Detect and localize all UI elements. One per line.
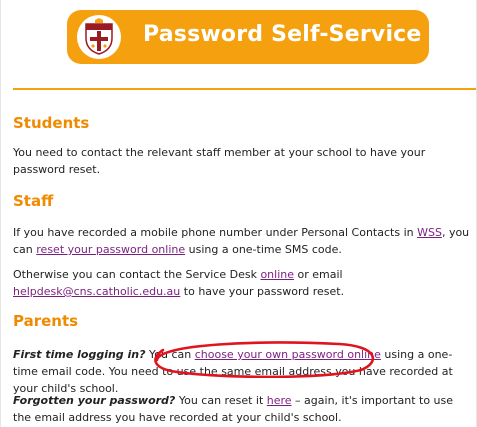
service-desk-online-link[interactable]: online — [260, 268, 294, 281]
header-divider — [13, 88, 476, 90]
parents-heading: Parents — [13, 312, 79, 330]
staff-paragraph-1: If you have recorded a mobile phone numb… — [13, 224, 473, 258]
forgotten-password-label: Forgotten your password? — [13, 394, 176, 407]
staff-paragraph-2: Otherwise you can contact the Service De… — [13, 266, 473, 300]
staff-heading: Staff — [13, 192, 54, 210]
parents-paragraph-1: First time logging in? You can choose yo… — [13, 346, 473, 397]
staff-text: If you have recorded a mobile phone numb… — [13, 226, 418, 239]
school-crest-icon — [77, 15, 121, 59]
helpdesk-email-link[interactable]: helpdesk@cns.catholic.edu.au — [13, 285, 180, 298]
reset-here-link[interactable]: here — [267, 394, 292, 407]
parents-text: You can — [145, 348, 195, 361]
choose-password-online-link[interactable]: choose your own password online — [195, 348, 381, 361]
students-text: You need to contact the relevant staff m… — [13, 146, 426, 176]
staff-text: using a one-time SMS code. — [185, 243, 342, 256]
reset-password-online-link[interactable]: reset your password online — [36, 243, 185, 256]
parents-text: You can reset it — [175, 394, 267, 407]
header-banner: Password Self-Service — [67, 10, 429, 64]
parents-paragraph-2: Forgotten your password? You can reset i… — [13, 392, 473, 426]
page-title: Password Self-Service — [143, 22, 422, 47]
staff-text: or email — [294, 268, 343, 281]
first-time-label: First time logging in? — [13, 348, 146, 361]
wss-link[interactable]: WSS — [417, 226, 442, 239]
staff-text: Otherwise you can contact the Service De… — [13, 268, 261, 281]
students-heading: Students — [13, 114, 90, 132]
page: Password Self-Service Students You need … — [0, 0, 477, 427]
staff-text: to have your password reset. — [180, 285, 345, 298]
